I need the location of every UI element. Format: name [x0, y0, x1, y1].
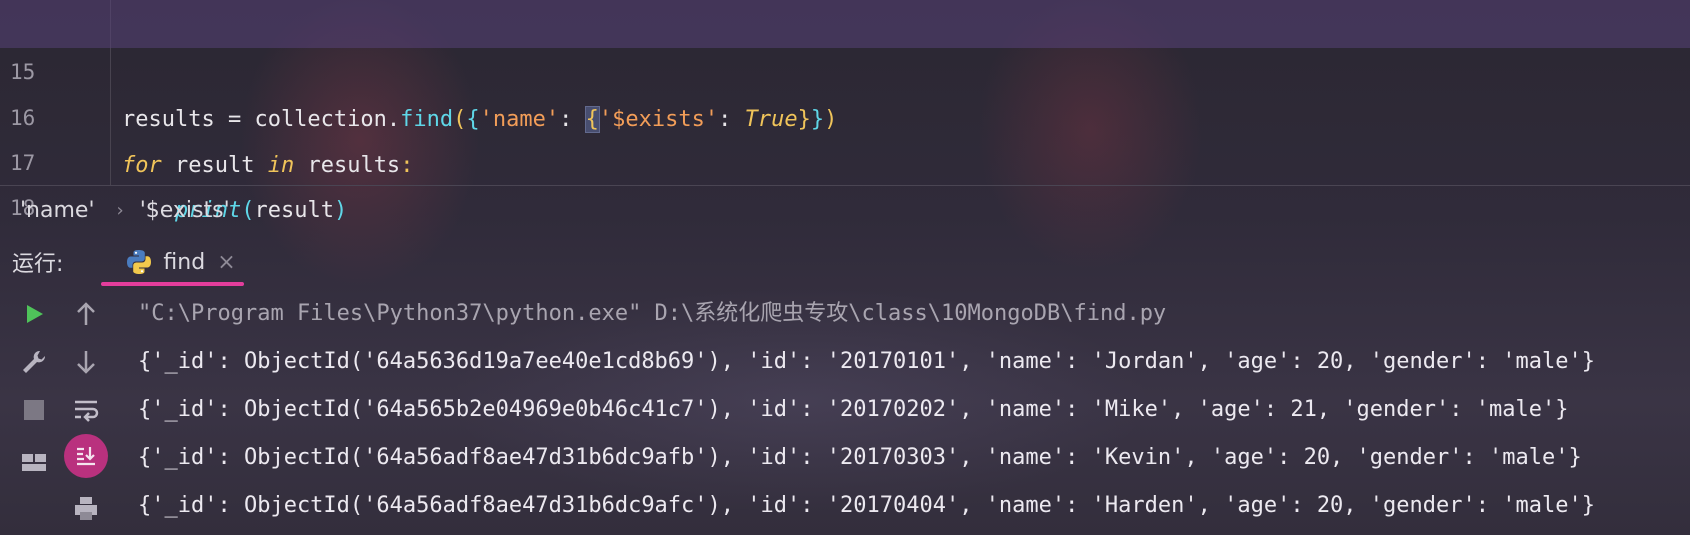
print-icon[interactable]	[66, 488, 106, 528]
code-editor[interactable]: 15 results = collection.find({'name': {'…	[0, 0, 1690, 223]
code-line-15[interactable]: 15 results = collection.find({'name': {'…	[0, 0, 1690, 133]
python-icon	[127, 250, 152, 274]
breadcrumb-item[interactable]: '$exists'	[140, 198, 230, 223]
run-tab-bar: 运行: find ×	[0, 238, 1690, 286]
console-output[interactable]: "C:\Program Files\Python37\python.exe" D…	[138, 290, 1688, 530]
scroll-to-end-icon[interactable]	[64, 434, 108, 478]
console-output-line: {'_id': ObjectId('64a56adf8ae47d31b6dc9a…	[138, 493, 1595, 518]
run-toolbar-left	[6, 292, 62, 535]
close-icon[interactable]: ×	[217, 250, 235, 275]
up-arrow-icon[interactable]	[66, 294, 106, 334]
stop-icon[interactable]	[14, 390, 54, 430]
console-output-line: {'_id': ObjectId('64a5636d19a7ee40e1cd8b…	[138, 349, 1595, 374]
run-label: 运行:	[12, 252, 64, 277]
console-output-line: {'_id': ObjectId('64a565b2e04969e0b46c41…	[138, 397, 1569, 422]
console-output-line: {'_id': ObjectId('64a56adf8ae47d31b6dc9a…	[138, 445, 1582, 470]
run-toolbar-right	[58, 292, 114, 535]
active-tab-indicator	[101, 282, 244, 286]
breadcrumb: 'name' › '$exists'	[0, 185, 1690, 234]
breadcrumb-item[interactable]: 'name'	[20, 198, 95, 223]
console-command-line: "C:\Program Files\Python37\python.exe" D…	[138, 301, 1167, 326]
wrench-icon[interactable]	[14, 342, 54, 382]
run-tab-find[interactable]: find ×	[101, 238, 244, 286]
soft-wrap-icon[interactable]	[66, 390, 106, 430]
rerun-icon[interactable]	[14, 294, 54, 334]
code-line-18[interactable]: 18	[0, 136, 1690, 220]
breadcrumb-separator: ›	[116, 199, 124, 221]
layout-icon[interactable]	[14, 442, 54, 482]
down-arrow-icon[interactable]	[66, 342, 106, 382]
run-tab-label: find	[163, 249, 206, 275]
code-line-17[interactable]: 17 print(result)	[0, 91, 1690, 223]
code-line-16[interactable]: 16 for result in results:	[0, 46, 1690, 178]
